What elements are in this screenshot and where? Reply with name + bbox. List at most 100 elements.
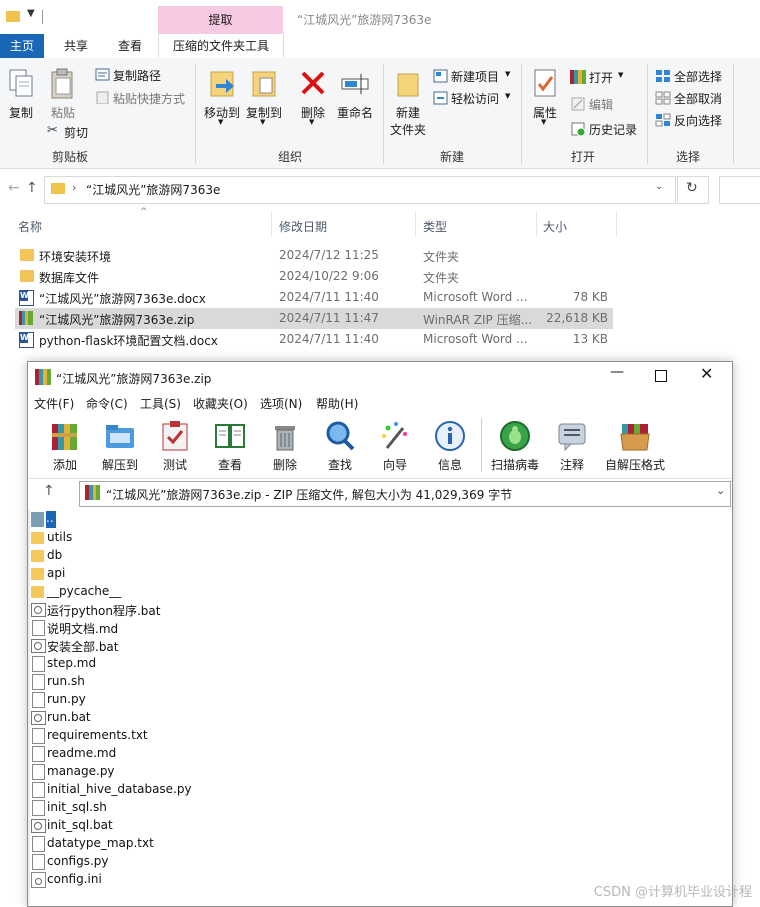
list-item-name: initial_hive_database.py	[47, 782, 192, 796]
list-item-name: 说明文档.md	[47, 622, 119, 636]
folder-icon[interactable]	[6, 11, 20, 22]
menu-tools[interactable]: 工具(S)	[140, 395, 181, 412]
copy-label: 复制	[8, 106, 33, 120]
list-item-name: 安装全部.bat	[47, 640, 119, 654]
up-arrow-icon[interactable]: ↑	[26, 180, 38, 196]
folder-icon	[20, 249, 34, 261]
breadcrumb[interactable]: “江城风光”旅游网7363e	[86, 181, 220, 198]
quick-access-dropdown-icon[interactable]: ▼	[27, 8, 35, 19]
info-label: 信息	[437, 458, 462, 472]
new-folder-button[interactable]: 新建 文件夹	[388, 66, 428, 140]
file-row[interactable]: “江城风光”旅游网7363e.docx 2024/7/11 11:40 Micr…	[15, 287, 613, 308]
view-label: 查看	[217, 458, 242, 472]
file-date: 2024/10/22 9:06	[279, 269, 379, 283]
path-dropdown-icon[interactable]: ⌄	[716, 484, 725, 497]
column-type[interactable]: 类型	[423, 218, 447, 235]
new-folder-label-2: 文件夹	[389, 123, 426, 137]
comment-label: 注释	[559, 458, 584, 472]
list-item-name: __pycache__	[47, 584, 122, 598]
file-name: 环境安装环境	[39, 250, 112, 264]
tab-view[interactable]: 查看	[106, 34, 154, 58]
list-item-name: init_sql.sh	[47, 800, 107, 814]
close-icon[interactable]: ✕	[700, 364, 713, 383]
file-date: 2024/7/11 11:40	[279, 290, 379, 304]
column-size[interactable]: 大小	[543, 218, 567, 235]
menu-help[interactable]: 帮助(H)	[316, 395, 358, 412]
menu-favorites[interactable]: 收藏夹(O)	[193, 395, 248, 412]
sfx-button[interactable]: 自解压格式	[603, 418, 667, 474]
add-button[interactable]: 添加	[36, 418, 94, 474]
move-to-button[interactable]: 移动到 ▼	[202, 66, 242, 130]
tab-home[interactable]: 主页	[0, 34, 44, 58]
file-icon	[32, 764, 45, 780]
info-icon	[435, 421, 465, 451]
open-label: 打开	[589, 71, 614, 85]
maximize-icon[interactable]	[655, 370, 667, 382]
breadcrumb-chevron-icon: ›	[72, 181, 77, 194]
tab-compressed-folder-tools[interactable]: 压缩的文件夹工具	[158, 34, 284, 59]
column-date[interactable]: 修改日期	[279, 218, 327, 235]
open-button[interactable]: 打开 ▼	[570, 68, 630, 86]
minimize-icon[interactable]: —	[610, 364, 624, 380]
file-row[interactable]: python-flask环境配置文档.docx 2024/7/11 11:40 …	[15, 329, 613, 350]
winrar-menu-bar	[28, 392, 731, 412]
divider	[647, 64, 648, 164]
delete-button[interactable]: 删除 ▼	[297, 66, 329, 126]
wand-icon	[382, 422, 407, 449]
file-row-selected[interactable]: “江城风光”旅游网7363e.zip 2024/7/11 11:47 WinRA…	[15, 308, 613, 329]
wizard-button[interactable]: 向导	[366, 418, 424, 474]
chevron-down-icon: ▼	[505, 70, 511, 78]
find-button[interactable]: 查找	[311, 418, 369, 474]
file-row[interactable]: 环境安装环境 2024/7/12 11:25 文件夹	[15, 245, 613, 266]
file-date: 2024/7/12 11:25	[279, 248, 379, 262]
invert-selection-label: 反向选择	[674, 114, 723, 128]
divider	[733, 64, 734, 164]
back-arrow-icon[interactable]: ←	[8, 180, 20, 196]
tab-extract[interactable]: 提取	[158, 6, 283, 34]
test-clipboard-icon	[162, 421, 188, 451]
sfx-box-icon	[620, 424, 650, 451]
file-row[interactable]: 数据库文件 2024/10/22 9:06 文件夹	[15, 266, 613, 287]
menu-options[interactable]: 选项(N)	[260, 395, 302, 412]
tab-share[interactable]: 共享	[52, 34, 100, 58]
menu-file[interactable]: 文件(F)	[34, 395, 74, 412]
easy-access-button[interactable]: 轻松访问 ▼	[433, 89, 513, 107]
folder-icon	[51, 183, 65, 194]
list-item-name: api	[47, 566, 66, 580]
cut-label: 剪切	[64, 126, 89, 140]
address-dropdown-icon[interactable]: ⌄	[655, 181, 663, 192]
rename-icon	[341, 74, 369, 94]
properties-button[interactable]: 属性 ▼	[528, 66, 562, 130]
rar-icon	[19, 311, 33, 325]
up-arrow-icon[interactable]: ↑	[43, 483, 55, 499]
bat-icon	[31, 819, 46, 833]
file-icon	[32, 674, 45, 690]
archive-path-text: “江城风光”旅游网7363e.zip - ZIP 压缩文件, 解包大小为 41,…	[106, 488, 513, 502]
easy-access-label: 轻松访问	[451, 92, 500, 106]
view-button[interactable]: 查看	[201, 418, 259, 474]
refresh-button[interactable]: ↻	[677, 176, 709, 204]
info-button[interactable]: 信息	[421, 418, 479, 474]
comment-button[interactable]: 注释	[543, 418, 601, 474]
virus-scan-button[interactable]: 扫描病毒	[486, 418, 544, 474]
copy-button[interactable]: 复制	[6, 66, 36, 126]
paste-button[interactable]: 粘贴	[46, 66, 80, 126]
trash-icon	[275, 426, 295, 451]
list-item-name: init_sql.bat	[47, 818, 113, 832]
menu-command[interactable]: 命令(C)	[86, 395, 128, 412]
select-none-icon	[655, 91, 671, 105]
list-item-name: requirements.txt	[47, 728, 148, 742]
new-item-button[interactable]: 新建项目 ▼	[433, 67, 513, 85]
list-item-name: step.md	[47, 656, 97, 670]
copy-to-button[interactable]: 复制到 ▼	[244, 66, 284, 130]
column-name[interactable]: 名称	[18, 218, 42, 235]
test-button[interactable]: 测试	[146, 418, 204, 474]
file-date: 2024/7/11 11:40	[279, 332, 379, 346]
search-input[interactable]	[719, 176, 760, 204]
delete-archive-button[interactable]: 删除	[256, 418, 314, 474]
select-all-label: 全部选择	[674, 70, 723, 84]
rename-button[interactable]: 重命名	[335, 66, 375, 126]
file-icon	[32, 782, 45, 798]
extract-to-button[interactable]: 解压到	[91, 418, 149, 474]
sort-up-icon: ^	[140, 207, 148, 217]
